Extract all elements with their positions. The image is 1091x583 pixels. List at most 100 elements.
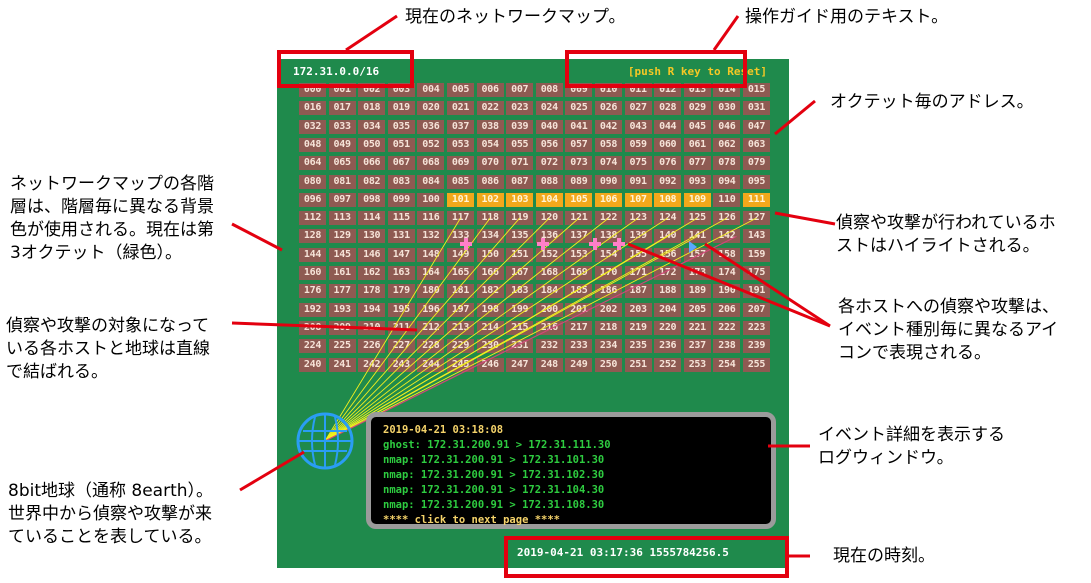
host-cell[interactable]: 093 — [683, 174, 711, 189]
host-cell[interactable]: 021 — [447, 101, 474, 116]
host-cell[interactable]: 098 — [358, 192, 386, 207]
host-cell[interactable]: 047 — [743, 119, 770, 134]
host-cell[interactable]: 190 — [713, 284, 741, 299]
host-cell[interactable]: 132 — [417, 229, 445, 244]
host-cell[interactable]: 039 — [506, 119, 534, 134]
host-cell[interactable]: 070 — [476, 156, 504, 171]
event-log-window[interactable]: 2019-04-21 03:18:08 ghost: 172.31.200.91… — [366, 412, 776, 529]
host-cell[interactable]: 156 — [654, 247, 682, 262]
host-cell[interactable]: 167 — [506, 266, 534, 280]
host-cell[interactable]: 028 — [654, 101, 682, 116]
host-cell[interactable]: 095 — [743, 174, 770, 189]
host-cell[interactable]: 077 — [683, 156, 711, 171]
host-cell[interactable]: 005 — [447, 83, 474, 97]
host-cell[interactable]: 144 — [299, 247, 326, 262]
host-cell[interactable]: 105 — [565, 192, 593, 207]
host-cell[interactable]: 099 — [387, 192, 415, 207]
host-cell[interactable]: 113 — [328, 211, 356, 226]
host-cell[interactable]: 254 — [713, 357, 741, 372]
host-cell[interactable]: 108 — [654, 192, 682, 207]
host-cell[interactable]: 175 — [743, 266, 770, 280]
host-cell[interactable]: 248 — [535, 357, 563, 372]
host-cell[interactable]: 097 — [328, 192, 356, 207]
host-cell[interactable]: 134 — [476, 229, 504, 244]
host-cell[interactable]: 027 — [624, 101, 652, 116]
host-cell[interactable]: 122 — [595, 211, 622, 226]
host-cell[interactable]: 251 — [624, 357, 652, 372]
host-cell[interactable]: 091 — [624, 174, 652, 189]
host-cell[interactable]: 163 — [387, 266, 415, 280]
host-cell[interactable]: 008 — [535, 83, 563, 97]
host-cell[interactable]: 066 — [358, 156, 386, 171]
host-cell[interactable]: 046 — [713, 119, 741, 134]
host-cell[interactable]: 252 — [654, 357, 682, 372]
host-cell[interactable]: 235 — [624, 339, 652, 354]
host-cell[interactable]: 229 — [447, 339, 474, 354]
host-cell[interactable]: 162 — [358, 266, 386, 280]
host-cell[interactable]: 191 — [743, 284, 770, 299]
host-cell[interactable]: 067 — [387, 156, 415, 171]
host-cell[interactable]: 253 — [683, 357, 711, 372]
host-cell[interactable]: 056 — [535, 137, 563, 152]
host-cell[interactable]: 186 — [595, 284, 622, 299]
host-cell[interactable]: 057 — [565, 137, 593, 152]
host-cell[interactable]: 214 — [476, 320, 504, 335]
host-cell[interactable]: 237 — [683, 339, 711, 354]
host-cell[interactable]: 065 — [328, 156, 356, 171]
host-cell[interactable]: 045 — [683, 119, 711, 134]
host-cell[interactable]: 194 — [358, 302, 386, 317]
host-cell[interactable]: 136 — [535, 229, 563, 244]
host-cell[interactable]: 058 — [595, 137, 622, 152]
host-cell[interactable]: 063 — [743, 137, 770, 152]
host-cell[interactable]: 082 — [358, 174, 386, 189]
host-cell[interactable]: 219 — [624, 320, 652, 335]
next-page-link[interactable]: **** click to next page **** — [383, 514, 560, 526]
host-cell[interactable]: 083 — [387, 174, 415, 189]
host-cell[interactable]: 210 — [358, 320, 386, 335]
host-cell[interactable]: 081 — [328, 174, 356, 189]
host-cell[interactable]: 239 — [743, 339, 770, 354]
host-cell[interactable]: 115 — [387, 211, 415, 226]
host-cell[interactable]: 174 — [713, 266, 741, 280]
host-cell[interactable]: 165 — [447, 266, 474, 280]
host-cell[interactable]: 170 — [595, 266, 622, 280]
host-cell[interactable]: 212 — [417, 320, 445, 335]
host-cell[interactable]: 197 — [447, 302, 474, 317]
host-cell[interactable]: 087 — [506, 174, 534, 189]
host-cell[interactable]: 244 — [417, 357, 445, 372]
host-cell[interactable]: 145 — [328, 247, 356, 262]
host-cell[interactable]: 176 — [299, 284, 326, 299]
host-cell[interactable]: 036 — [417, 119, 445, 134]
host-cell[interactable]: 110 — [713, 192, 741, 207]
host-cell[interactable]: 026 — [595, 101, 622, 116]
host-cell[interactable]: 124 — [654, 211, 682, 226]
host-cell[interactable]: 128 — [299, 229, 326, 244]
host-cell[interactable]: 034 — [358, 119, 386, 134]
host-cell[interactable]: 072 — [535, 156, 563, 171]
host-cell[interactable]: 230 — [476, 339, 504, 354]
host-cell[interactable]: 207 — [743, 302, 770, 317]
host-cell[interactable]: 195 — [387, 302, 415, 317]
host-cell[interactable]: 094 — [713, 174, 741, 189]
host-cell[interactable]: 203 — [624, 302, 652, 317]
host-cell[interactable]: 222 — [713, 320, 741, 335]
host-cell[interactable]: 146 — [358, 247, 386, 262]
host-cell[interactable]: 059 — [624, 137, 652, 152]
host-cell[interactable]: 074 — [595, 156, 622, 171]
host-cell[interactable]: 019 — [387, 101, 415, 116]
host-cell[interactable]: 227 — [387, 339, 415, 354]
host-cell[interactable]: 029 — [683, 101, 711, 116]
host-cell[interactable]: 069 — [447, 156, 474, 171]
host-cell[interactable]: 211 — [387, 320, 415, 335]
host-cell[interactable]: 080 — [299, 174, 326, 189]
host-cell[interactable]: 084 — [417, 174, 445, 189]
host-cell[interactable]: 225 — [328, 339, 356, 354]
host-cell[interactable]: 055 — [506, 137, 534, 152]
host-cell[interactable]: 228 — [417, 339, 445, 354]
host-cell[interactable]: 152 — [535, 247, 563, 262]
host-cell[interactable]: 249 — [565, 357, 593, 372]
host-cell[interactable]: 130 — [358, 229, 386, 244]
host-cell[interactable]: 018 — [358, 101, 386, 116]
host-cell[interactable]: 051 — [387, 137, 415, 152]
host-cell[interactable]: 101 — [447, 192, 474, 207]
